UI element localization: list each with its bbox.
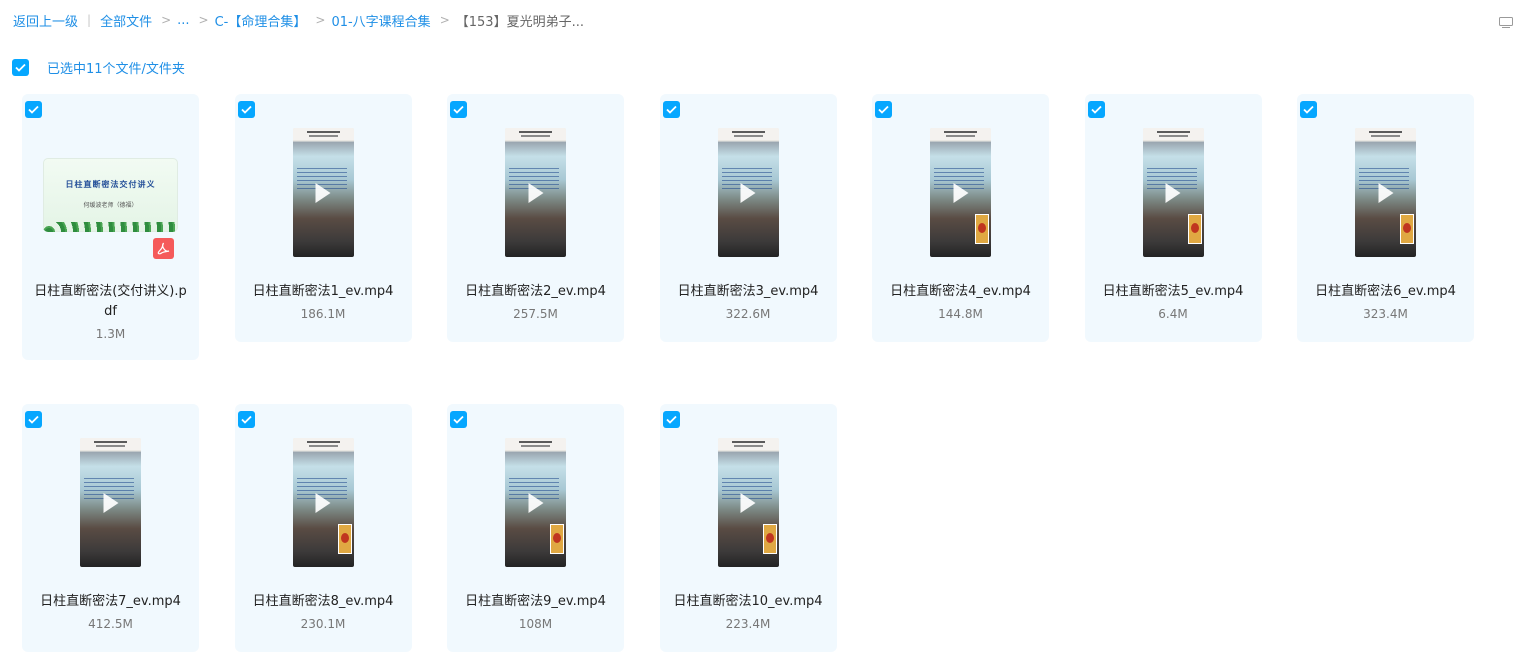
play-icon (740, 182, 756, 203)
file-checkbox[interactable] (25, 411, 42, 428)
file-card[interactable]: 日柱直断密法8_ev.mp4 230.1M (234, 404, 412, 652)
video-thumbnail (505, 438, 566, 567)
file-card[interactable]: 日柱直断密法6_ev.mp4 323.4M (1297, 94, 1474, 342)
file-checkbox[interactable] (25, 101, 42, 118)
file-size: 323.4M (1363, 307, 1408, 321)
play-icon (528, 182, 543, 203)
file-card[interactable]: 日柱直断密法7_ev.mp4 412.5M (22, 404, 199, 652)
breadcrumb-folder-2[interactable]: 01-八字课程合集 (331, 11, 430, 30)
file-size: 223.4M (725, 617, 771, 631)
chevron-right-icon: > (161, 13, 172, 27)
file-size: 412.5M (88, 617, 133, 631)
check-icon (28, 415, 39, 424)
play-icon (103, 492, 118, 513)
file-name[interactable]: 日柱直断密法1_ev.mp4 (235, 282, 412, 302)
back-link[interactable]: 返回上一级 (13, 11, 78, 30)
file-size: 6.4M (1158, 307, 1188, 321)
file-size: 186.1M (300, 307, 346, 321)
video-thumbnail (505, 128, 566, 257)
chevron-right-icon: > (315, 13, 326, 27)
file-name[interactable]: 日柱直断密法3_ev.mp4 (660, 282, 837, 302)
breadcrumb-all-files[interactable]: 全部文件 (100, 11, 152, 30)
check-icon (1303, 105, 1314, 114)
pdf-thumbnail: 日柱直断密法交付讲义 何缓波老师（德福） (43, 158, 178, 232)
video-thumbnail (292, 128, 354, 257)
file-name[interactable]: 日柱直断密法9_ev.mp4 (447, 592, 624, 612)
breadcrumb-divider: | (87, 13, 92, 27)
list-view-icon[interactable] (1499, 13, 1513, 28)
video-thumbnail (717, 438, 779, 567)
file-checkbox[interactable] (450, 101, 467, 118)
breadcrumb-current: 【153】夏光明弟子... (455, 14, 584, 30)
file-name[interactable]: 日柱直断密法10_ev.mp4 (660, 592, 837, 612)
check-icon (453, 415, 464, 424)
play-icon (315, 182, 331, 203)
check-icon (665, 105, 677, 114)
play-icon (528, 492, 543, 513)
pdf-thumbnail-title: 日柱直断密法交付讲义 (65, 180, 156, 189)
file-checkbox[interactable] (1087, 101, 1105, 118)
file-checkbox[interactable] (875, 101, 892, 118)
file-size: 144.8M (938, 307, 983, 321)
check-icon (15, 63, 26, 72)
video-thumbnail (1142, 128, 1204, 257)
file-card[interactable]: 日柱直断密法2_ev.mp4 257.5M (447, 94, 624, 342)
file-checkbox[interactable] (450, 411, 467, 428)
file-size: 230.1M (300, 617, 346, 631)
pdf-thumbnail-subtitle: 何缓波老师（德福） (83, 202, 138, 209)
breadcrumb-folder-1[interactable]: C-【命理合集】 (215, 11, 307, 30)
video-thumbnail (1355, 128, 1416, 257)
file-name[interactable]: 日柱直断密法2_ev.mp4 (447, 282, 624, 302)
file-name[interactable]: 日柱直断密法8_ev.mp4 (235, 592, 412, 612)
file-checkbox[interactable] (237, 411, 255, 428)
select-all-checkbox[interactable] (12, 59, 29, 76)
breadcrumb: 返回上一级 | 全部文件 > ... > C-【命理合集】 > 01-八字课程合… (13, 10, 584, 30)
check-icon (28, 105, 39, 114)
file-checkbox[interactable] (662, 411, 680, 428)
file-card[interactable]: 日柱直断密法10_ev.mp4 223.4M (659, 404, 837, 652)
file-card[interactable]: 日柱直断密法3_ev.mp4 322.6M (659, 94, 837, 342)
video-thumbnail (717, 128, 779, 257)
file-card[interactable]: 日柱直断密法4_ev.mp4 144.8M (872, 94, 1049, 342)
check-icon (240, 415, 252, 424)
file-name[interactable]: 日柱直断密法(交付讲义).pdf (22, 282, 199, 322)
video-thumbnail (80, 438, 141, 567)
video-thumbnail (930, 128, 991, 257)
file-name[interactable]: 日柱直断密法7_ev.mp4 (22, 592, 199, 612)
file-card[interactable]: 日柱直断密法1_ev.mp4 186.1M (234, 94, 412, 342)
play-icon (953, 182, 968, 203)
pdf-icon (153, 238, 174, 259)
file-size: 322.6M (725, 307, 771, 321)
video-thumbnail (292, 438, 354, 567)
check-icon (240, 105, 252, 114)
file-size: 1.3M (95, 327, 126, 341)
chevron-right-icon: > (198, 13, 209, 27)
select-all-bar: 已选中11个文件/文件夹 (12, 58, 185, 77)
file-grid: 日柱直断密法交付讲义 何缓波老师（德福） 日柱直断密法(交付讲义).pdf 1.… (22, 94, 1482, 652)
file-name[interactable]: 日柱直断密法6_ev.mp4 (1297, 282, 1474, 302)
file-checkbox[interactable] (662, 101, 680, 118)
file-card[interactable]: 日柱直断密法9_ev.mp4 108M (447, 404, 624, 652)
chevron-right-icon: > (439, 13, 450, 27)
file-checkbox[interactable] (237, 101, 255, 118)
file-size: 108M (518, 617, 553, 631)
file-card[interactable]: 日柱直断密法5_ev.mp4 6.4M (1084, 94, 1262, 342)
play-icon (1378, 182, 1393, 203)
file-size: 257.5M (513, 307, 558, 321)
file-name[interactable]: 日柱直断密法4_ev.mp4 (872, 282, 1049, 302)
file-name[interactable]: 日柱直断密法5_ev.mp4 (1085, 282, 1262, 302)
selection-count: 已选中11个文件/文件夹 (47, 62, 185, 77)
check-icon (878, 105, 889, 114)
file-checkbox[interactable] (1300, 101, 1317, 118)
breadcrumb-ellipsis[interactable]: ... (177, 13, 189, 28)
file-card[interactable]: 日柱直断密法交付讲义 何缓波老师（德福） 日柱直断密法(交付讲义).pdf 1.… (22, 94, 199, 360)
check-icon (1090, 105, 1102, 114)
check-icon (665, 415, 677, 424)
play-icon (740, 492, 756, 513)
play-icon (1165, 182, 1181, 203)
play-icon (315, 492, 331, 513)
check-icon (453, 105, 464, 114)
